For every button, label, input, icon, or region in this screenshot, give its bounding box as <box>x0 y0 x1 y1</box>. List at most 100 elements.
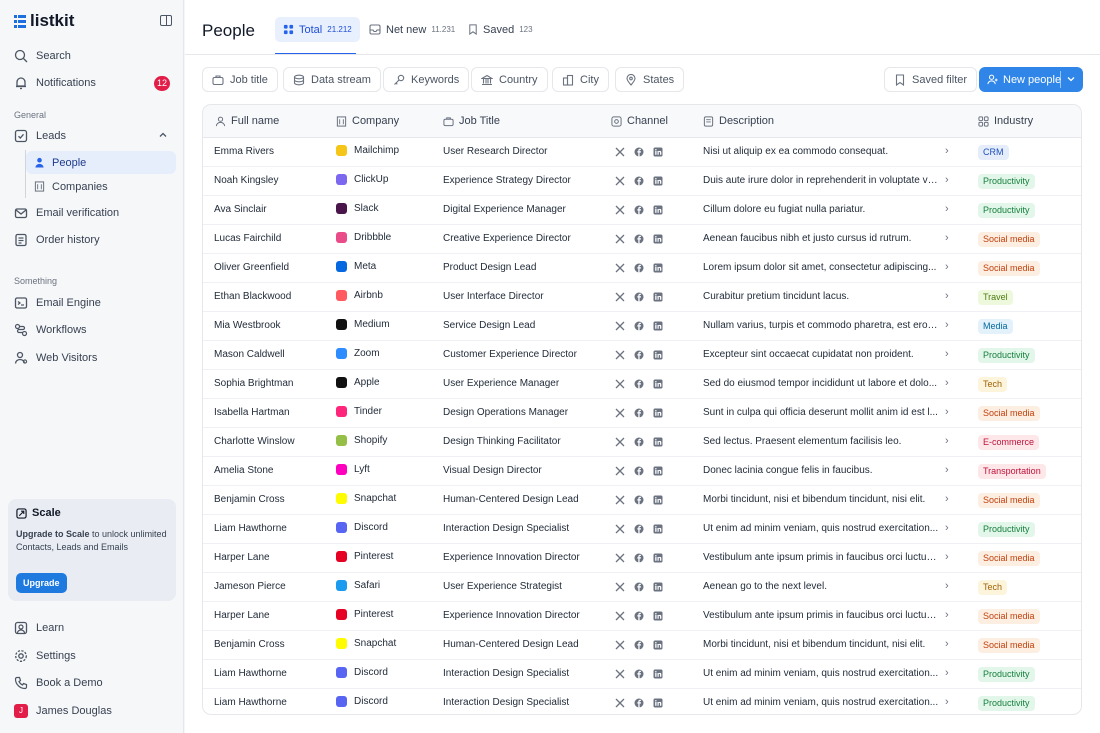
x-twitter-icon[interactable] <box>615 350 625 360</box>
table-row[interactable]: Liam Hawthorne Discord Interaction Design … <box>203 689 1081 714</box>
x-twitter-icon[interactable] <box>615 408 625 418</box>
chevron-right-icon[interactable]: › <box>945 261 949 273</box>
upgrade-button[interactable]: Upgrade <box>16 573 67 593</box>
x-twitter-icon[interactable] <box>615 205 625 215</box>
facebook-icon[interactable] <box>634 263 644 273</box>
facebook-icon[interactable] <box>634 466 644 476</box>
filter-job-title[interactable]: Job title <box>202 67 278 92</box>
linkedin-icon[interactable] <box>653 524 663 534</box>
linkedin-icon[interactable] <box>653 553 663 563</box>
chevron-right-icon[interactable]: › <box>945 580 949 592</box>
linkedin-icon[interactable] <box>653 321 663 331</box>
linkedin-icon[interactable] <box>653 176 663 186</box>
x-twitter-icon[interactable] <box>615 292 625 302</box>
brand-logo[interactable]: listkit <box>14 11 74 31</box>
table-row[interactable]: Harper Lane Pinterest Experience Innovatio… <box>203 544 1081 573</box>
x-twitter-icon[interactable] <box>615 553 625 563</box>
sidebar-item-people[interactable]: People <box>26 151 176 174</box>
x-twitter-icon[interactable] <box>615 466 625 476</box>
facebook-icon[interactable] <box>634 553 644 563</box>
chevron-right-icon[interactable]: › <box>945 319 949 331</box>
x-twitter-icon[interactable] <box>615 147 625 157</box>
new-people-button[interactable]: New people <box>979 67 1083 92</box>
linkedin-icon[interactable] <box>653 379 663 389</box>
filter-keywords[interactable]: Keywords <box>383 67 470 92</box>
table-row[interactable]: Ava Sinclair Slack Digital Experience Mana… <box>203 196 1081 225</box>
table-row[interactable]: Oliver Greenfield Meta Product Design Lead… <box>203 254 1081 283</box>
facebook-icon[interactable] <box>634 379 644 389</box>
sidebar-item-notifications[interactable]: Notifications 12 <box>8 71 176 95</box>
linkedin-icon[interactable] <box>653 582 663 592</box>
table-row[interactable]: Sophia Brightman Apple User Experience Man… <box>203 370 1081 399</box>
chevron-right-icon[interactable]: › <box>945 290 949 302</box>
facebook-icon[interactable] <box>634 524 644 534</box>
saved-filter-button[interactable]: Saved filter <box>884 67 978 92</box>
tab-saved[interactable]: Saved 123 <box>460 17 541 42</box>
chevron-right-icon[interactable]: › <box>945 522 949 534</box>
x-twitter-icon[interactable] <box>615 698 625 708</box>
facebook-icon[interactable] <box>634 176 644 186</box>
linkedin-icon[interactable] <box>653 611 663 621</box>
chevron-right-icon[interactable]: › <box>945 377 949 389</box>
chevron-right-icon[interactable]: › <box>945 638 949 650</box>
x-twitter-icon[interactable] <box>615 176 625 186</box>
sidebar-item-search[interactable]: Search <box>8 44 176 68</box>
x-twitter-icon[interactable] <box>615 640 625 650</box>
table-row[interactable]: Liam Hawthorne Discord Interaction Design … <box>203 515 1081 544</box>
x-twitter-icon[interactable] <box>615 321 625 331</box>
chevron-down-icon[interactable] <box>1066 72 1076 86</box>
table-row[interactable]: Benjamin Cross Snapchat Human-Centered Des… <box>203 631 1081 660</box>
table-row[interactable]: Emma Rivers Mailchimp User Research Direct… <box>203 138 1081 167</box>
linkedin-icon[interactable] <box>653 495 663 505</box>
facebook-icon[interactable] <box>634 640 644 650</box>
facebook-icon[interactable] <box>634 437 644 447</box>
linkedin-icon[interactable] <box>653 698 663 708</box>
table-row[interactable]: Lucas Fairchild Dribbble Creative Experien… <box>203 225 1081 254</box>
x-twitter-icon[interactable] <box>615 524 625 534</box>
linkedin-icon[interactable] <box>653 234 663 244</box>
sidebar-item-email-engine[interactable]: Email Engine <box>8 291 176 315</box>
table-row[interactable]: Jameson Pierce Safari User Experience Stra… <box>203 573 1081 602</box>
sidebar-item-companies[interactable]: Companies <box>26 175 176 198</box>
table-row[interactable]: Mia Westbrook Medium Service Design Lead Nu… <box>203 312 1081 341</box>
x-twitter-icon[interactable] <box>615 263 625 273</box>
chevron-right-icon[interactable]: › <box>945 667 949 679</box>
chevron-right-icon[interactable]: › <box>945 145 949 157</box>
table-row[interactable]: Benjamin Cross Snapchat Human-Centered Des… <box>203 486 1081 515</box>
sidebar-item-learn[interactable]: Learn <box>8 616 176 640</box>
chevron-right-icon[interactable]: › <box>945 203 949 215</box>
column-header-job-title[interactable]: Job Title <box>443 115 500 127</box>
chevron-right-icon[interactable]: › <box>945 464 949 476</box>
column-header-industry[interactable]: Industry <box>978 115 1033 127</box>
x-twitter-icon[interactable] <box>615 611 625 621</box>
chevron-right-icon[interactable]: › <box>945 435 949 447</box>
filter-states[interactable]: States <box>615 67 685 92</box>
chevron-right-icon[interactable]: › <box>945 348 949 360</box>
sidebar-item-book-demo[interactable]: Book a Demo <box>8 671 176 695</box>
facebook-icon[interactable] <box>634 350 644 360</box>
table-row[interactable]: Harper Lane Pinterest Experience Innovatio… <box>203 602 1081 631</box>
chevron-right-icon[interactable]: › <box>945 406 949 418</box>
column-header-company[interactable]: Company <box>336 115 399 127</box>
sidebar-item-settings[interactable]: Settings <box>8 644 176 668</box>
table-row[interactable]: Amelia Stone Lyft Visual Design Director Do… <box>203 457 1081 486</box>
column-header-description[interactable]: Description <box>703 115 774 127</box>
linkedin-icon[interactable] <box>653 640 663 650</box>
facebook-icon[interactable] <box>634 321 644 331</box>
chevron-right-icon[interactable]: › <box>945 551 949 563</box>
x-twitter-icon[interactable] <box>615 495 625 505</box>
chevron-right-icon[interactable]: › <box>945 493 949 505</box>
linkedin-icon[interactable] <box>653 147 663 157</box>
facebook-icon[interactable] <box>634 582 644 592</box>
linkedin-icon[interactable] <box>653 205 663 215</box>
linkedin-icon[interactable] <box>653 263 663 273</box>
x-twitter-icon[interactable] <box>615 669 625 679</box>
facebook-icon[interactable] <box>634 698 644 708</box>
facebook-icon[interactable] <box>634 292 644 302</box>
chevron-right-icon[interactable]: › <box>945 174 949 186</box>
sidebar-collapse-icon[interactable] <box>160 15 172 26</box>
facebook-icon[interactable] <box>634 408 644 418</box>
filter-data-stream[interactable]: Data stream <box>283 67 381 92</box>
table-row[interactable]: Charlotte Winslow Shopify Design Thinking … <box>203 428 1081 457</box>
tab-net-new[interactable]: Net new 11.231 <box>361 17 463 42</box>
